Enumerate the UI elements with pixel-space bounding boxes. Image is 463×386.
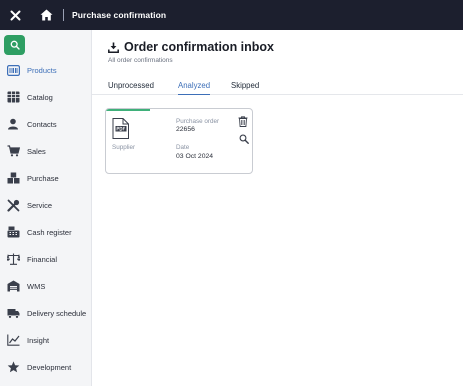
scales-icon bbox=[6, 252, 20, 266]
close-icon[interactable] bbox=[0, 0, 30, 30]
sidebar-item-financial[interactable]: Financial bbox=[0, 249, 92, 269]
sidebar-item-label: Insight bbox=[27, 335, 50, 345]
home-icon[interactable] bbox=[35, 0, 57, 30]
page-header: Order confirmation inbox bbox=[108, 40, 274, 54]
pdf-file-icon bbox=[112, 118, 130, 144]
sidebar-item-service[interactable]: Service bbox=[0, 195, 92, 215]
sidebar-item-products[interactable]: Products bbox=[0, 60, 92, 80]
order-confirmation-card[interactable]: Purchase order 22656 Supplier Date 03 Oc… bbox=[105, 108, 253, 174]
inbox-download-icon bbox=[108, 42, 119, 53]
magnifier-icon[interactable] bbox=[239, 131, 249, 149]
sidebar-item-label: Catalog bbox=[27, 92, 53, 102]
window-title: Purchase confirmation bbox=[72, 10, 167, 20]
top-bar: Purchase confirmation bbox=[0, 0, 463, 30]
page-subtitle: All order confirmations bbox=[108, 57, 173, 64]
sidebar-item-label: WMS bbox=[27, 281, 46, 291]
tab-analyzed[interactable]: Analyzed bbox=[178, 81, 211, 95]
contacts-icon bbox=[6, 117, 20, 131]
sidebar-item-label: Financial bbox=[27, 254, 58, 264]
products-icon bbox=[6, 63, 20, 77]
cash-register-icon bbox=[6, 225, 20, 239]
trash-icon[interactable] bbox=[238, 114, 248, 132]
search-button[interactable] bbox=[4, 35, 25, 55]
sidebar-item-sales[interactable]: Sales bbox=[0, 141, 92, 161]
sidebar-item-label: Sales bbox=[27, 146, 46, 156]
date-value: 03 Oct 2024 bbox=[176, 153, 214, 160]
page-title: Order confirmation inbox bbox=[124, 40, 275, 54]
sidebar-item-purchase[interactable]: Purchase bbox=[0, 168, 92, 188]
tab-unprocessed[interactable]: Unprocessed bbox=[108, 81, 154, 94]
sidebar-item-catalog[interactable]: Catalog bbox=[0, 87, 92, 107]
sidebar-item-label: Products bbox=[27, 65, 57, 75]
supplier-label: Supplier bbox=[112, 144, 136, 151]
chart-line-icon bbox=[6, 333, 20, 347]
sidebar-item-delivery-schedule[interactable]: Delivery schedule bbox=[0, 303, 92, 323]
sales-cart-icon bbox=[6, 144, 20, 158]
search-icon bbox=[10, 40, 20, 50]
sidebar: Products Catalog Contacts Sales Purchase… bbox=[0, 30, 92, 386]
sidebar-item-label: Cash register bbox=[27, 227, 72, 237]
service-tools-icon bbox=[6, 198, 20, 212]
sidebar-item-contacts[interactable]: Contacts bbox=[0, 114, 92, 134]
date-label: Date bbox=[176, 144, 190, 151]
warehouse-icon bbox=[6, 279, 20, 293]
tab-bar: Unprocessed Analyzed Skipped bbox=[92, 77, 463, 95]
main-content: Order confirmation inbox All order confi… bbox=[92, 30, 463, 386]
sidebar-item-label: Service bbox=[27, 200, 53, 210]
purchase-icon bbox=[6, 171, 20, 185]
catalog-icon bbox=[6, 90, 20, 104]
sidebar-item-development[interactable]: Development bbox=[0, 357, 92, 377]
sidebar-item-cash-register[interactable]: Cash register bbox=[0, 222, 92, 242]
sidebar-item-insight[interactable]: Insight bbox=[0, 330, 92, 350]
sidebar-item-label: Purchase bbox=[27, 173, 59, 183]
breadcrumb-separator bbox=[63, 9, 64, 21]
sidebar-item-wms[interactable]: WMS bbox=[0, 276, 92, 296]
sidebar-item-label: Contacts bbox=[27, 119, 57, 129]
truck-icon bbox=[6, 306, 20, 320]
sidebar-item-label: Delivery schedule bbox=[27, 308, 87, 318]
tab-skipped[interactable]: Skipped bbox=[231, 81, 259, 94]
status-indicator bbox=[106, 109, 150, 111]
purchase-order-value: 22656 bbox=[176, 126, 195, 133]
star-icon bbox=[6, 360, 20, 374]
sidebar-item-label: Development bbox=[27, 362, 72, 372]
purchase-order-label: Purchase order bbox=[176, 118, 220, 125]
